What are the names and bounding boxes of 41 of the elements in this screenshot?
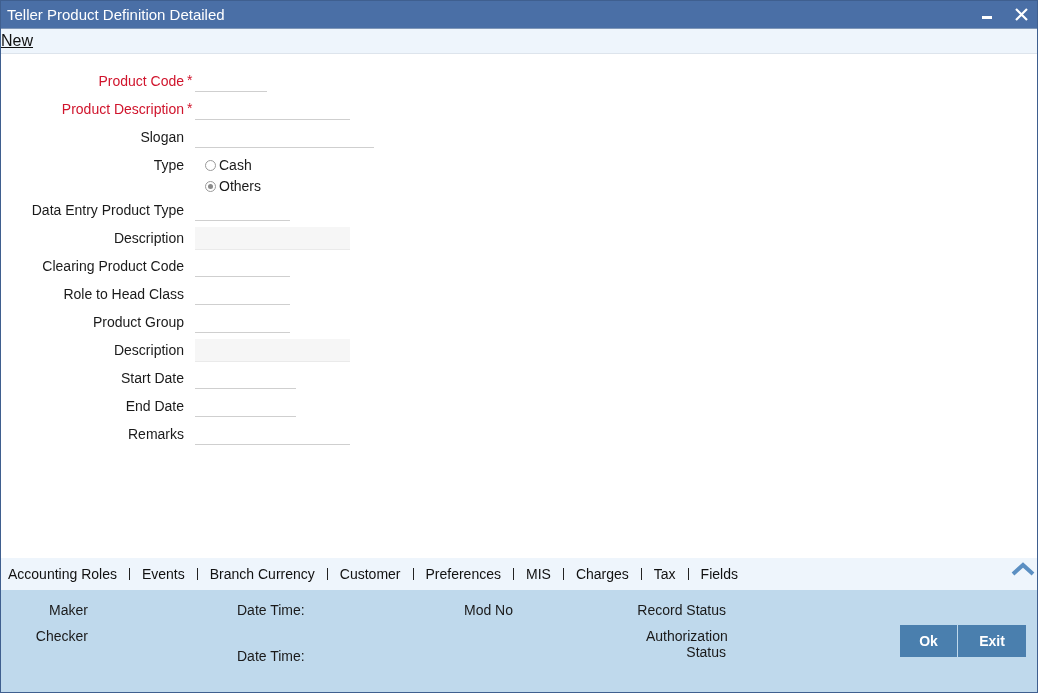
field-label: Product Description xyxy=(61,101,184,117)
tab-link[interactable]: Events xyxy=(141,566,185,582)
record-status-label: Record Status xyxy=(637,602,726,618)
radio-button[interactable] xyxy=(205,159,216,171)
field-label: End Date xyxy=(125,398,184,414)
tab-link[interactable]: Customer xyxy=(339,566,401,582)
mod-no-label: Mod No xyxy=(463,602,513,618)
radio-label: Others xyxy=(219,178,261,194)
field-label: Description xyxy=(113,230,184,246)
field-label: Remarks xyxy=(128,426,184,442)
tab-link[interactable]: Fields xyxy=(700,566,738,582)
window-title: Teller Product Definition Detailed xyxy=(7,6,226,23)
maker-label: Maker xyxy=(49,602,88,618)
authorization-status-label: Authorization Status xyxy=(646,628,726,660)
date-time-label: Date Time: xyxy=(237,648,306,664)
tab-link[interactable]: Preferences xyxy=(425,566,501,582)
radio-label: Cash xyxy=(219,157,252,173)
tab-link[interactable]: Branch Currency xyxy=(209,566,315,582)
field-label: Role to Head Class xyxy=(63,286,184,302)
field-label: Start Date xyxy=(120,370,184,386)
field-label: Clearing Product Code xyxy=(42,258,184,274)
field-label: Product Code xyxy=(98,73,184,89)
tab-link[interactable]: Charges xyxy=(575,566,629,582)
tab-link[interactable]: Tax xyxy=(653,566,676,582)
checker-label: Checker xyxy=(35,628,88,644)
field-label: Slogan xyxy=(140,129,184,145)
field-label: Data Entry Product Type xyxy=(31,202,184,218)
exit-button[interactable]: Exit xyxy=(958,625,1026,657)
required-marker: * xyxy=(187,101,194,117)
date-time-label: Date Time: xyxy=(237,602,306,618)
field-label: Type xyxy=(153,157,184,173)
field-label: Product Group xyxy=(92,314,184,330)
ok-button[interactable]: Ok xyxy=(900,625,957,657)
chevron-up-icon[interactable] xyxy=(1011,562,1035,576)
new-link[interactable]: New xyxy=(1,32,33,50)
tab-link[interactable]: MIS xyxy=(526,566,551,582)
close-icon[interactable] xyxy=(1015,8,1028,21)
tab-link[interactable]: Accounting Roles xyxy=(8,566,117,582)
required-marker: * xyxy=(187,73,194,89)
field-label: Description xyxy=(113,342,184,358)
radio-button[interactable] xyxy=(205,180,216,192)
